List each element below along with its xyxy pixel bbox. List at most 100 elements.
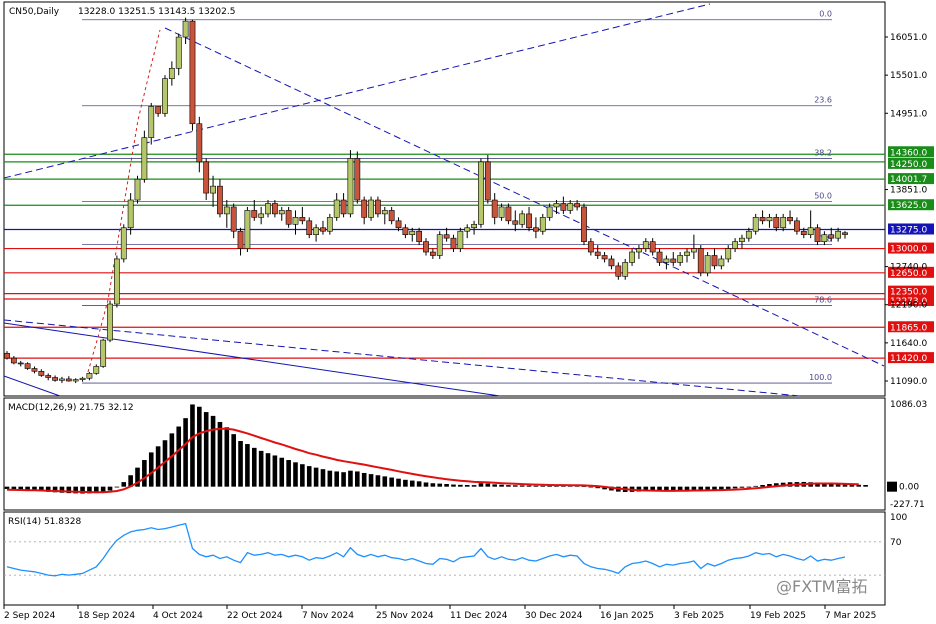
candle-bear: [759, 217, 766, 222]
macd-histogram-bar: [389, 477, 394, 487]
macd-histogram-bar: [471, 485, 477, 487]
candle-bull: [677, 255, 684, 263]
macd-histogram-bar: [512, 485, 518, 487]
macd-histogram-bar: [355, 471, 360, 487]
macd-histogram-bar: [320, 469, 326, 487]
candle-bull: [629, 251, 635, 263]
candle-bull: [766, 217, 773, 222]
chart-canvas[interactable]: 14360.0 14250.0 14001.7 13625.0 13275.0 13000…: [0, 0, 936, 624]
level-price-label: 14250.0: [890, 160, 927, 170]
candle-bull: [162, 78, 168, 114]
candle-bear: [320, 227, 326, 232]
candle-bear: [299, 217, 306, 222]
candle-bull: [72, 379, 79, 382]
candle-bull: [567, 203, 574, 211]
macd-histogram-bar: [107, 486, 113, 491]
level-price-label: 11420.0: [890, 354, 927, 364]
level-price-label: 14001.7: [890, 175, 927, 185]
macd-histogram-bar: [423, 482, 429, 487]
candle-bear: [155, 106, 162, 114]
price-tick-label: 14951.0: [890, 109, 927, 119]
candle-bull: [148, 106, 155, 138]
time-tick-label: 3 Feb 2025: [674, 611, 724, 621]
candle-bear: [361, 199, 368, 218]
candle-bear: [560, 203, 567, 211]
candle-bull: [718, 258, 725, 267]
rsi-layer: 100 70: [4, 513, 907, 577]
chart-window: 14360.0 14250.0 14001.7 13625.0 13275.0 13000…: [0, 0, 936, 624]
macd-histogram-bar: [533, 485, 539, 487]
time-tick-label: 7 Mar 2025: [825, 611, 876, 621]
macd-histogram-bar: [4, 486, 10, 489]
candle-bull: [182, 20, 189, 38]
candle-bull: [210, 185, 216, 194]
candle-bear: [505, 206, 512, 222]
level-price-label: 13275.0: [890, 225, 927, 235]
candle-bear: [52, 377, 58, 381]
price-tick-label: 11640.0: [890, 339, 927, 349]
candle-bull: [464, 227, 471, 232]
rsi-tick-label: 100: [890, 513, 907, 523]
candle-bull: [59, 378, 65, 381]
macd-histogram-bar: [519, 485, 525, 487]
time-tick-label: 25 Nov 2024: [376, 611, 434, 621]
rsi-tick-label: 70: [890, 538, 902, 548]
candle-bear: [251, 210, 258, 218]
macd-signal-line: [6, 427, 859, 494]
macd-histogram-bar: [327, 470, 333, 487]
candle-bear: [375, 199, 381, 215]
candle-bull: [457, 230, 464, 249]
level-price-label: 13000.0: [890, 245, 927, 255]
fib-level-label: 38.2: [814, 148, 832, 157]
candle-bull: [223, 206, 230, 215]
candle-bull: [265, 203, 271, 215]
candle-bull: [821, 234, 828, 242]
macd-histogram-bar: [458, 484, 463, 487]
candle-bull: [739, 237, 745, 242]
macd-histogram-bar: [334, 471, 340, 487]
candle-bull: [244, 210, 251, 249]
macd-histogram-bar: [272, 455, 278, 487]
candle-bull: [642, 241, 649, 249]
candle-bull: [114, 258, 120, 305]
macd-histogram-bar: [753, 485, 759, 487]
candle-bear: [533, 227, 539, 232]
candle-bear: [4, 352, 10, 359]
candle-bull: [381, 210, 388, 215]
candle-bull: [807, 227, 814, 235]
candle-bear: [65, 378, 72, 382]
macd-histogram-bar: [313, 467, 319, 487]
candle-bear: [429, 251, 436, 256]
rally-connector-dotted: [87, 29, 161, 373]
candle-bear: [526, 213, 532, 229]
candle-bear: [773, 217, 780, 229]
candle-bear: [670, 258, 677, 263]
trend-line-falling: [164, 27, 885, 367]
price-tick-label: 16051.0: [890, 33, 927, 43]
macd-histogram-bar: [169, 433, 175, 487]
time-tick-label: 7 Nov 2024: [302, 611, 354, 621]
candle-bull: [127, 199, 134, 229]
time-tick-label: 30 Dec 2024: [525, 611, 583, 621]
candle-bear: [196, 123, 203, 163]
candle-bear: [340, 199, 347, 215]
candle-bear: [10, 357, 17, 364]
candle-bear: [31, 368, 38, 372]
candle-bear: [271, 203, 278, 215]
candle-bear: [189, 20, 196, 125]
candle-bear: [306, 220, 313, 235]
candle-bull: [752, 217, 759, 232]
macd-histogram-bar: [416, 481, 422, 487]
candle-bear: [354, 158, 361, 201]
macd-histogram-bar: [142, 460, 147, 487]
fib-level-label: 100.0: [809, 373, 832, 382]
candle-bear: [581, 206, 587, 242]
macd-histogram-bar: [251, 447, 257, 487]
candle-bear: [395, 220, 402, 229]
candle-bull: [725, 248, 732, 260]
candle-bull: [478, 161, 484, 225]
macd-tick-label: 1086.03: [890, 400, 927, 410]
trend-line-lower-solid: [3, 322, 501, 397]
macd-histogram-bar: [176, 426, 182, 487]
macd-histogram-bar: [492, 484, 497, 487]
